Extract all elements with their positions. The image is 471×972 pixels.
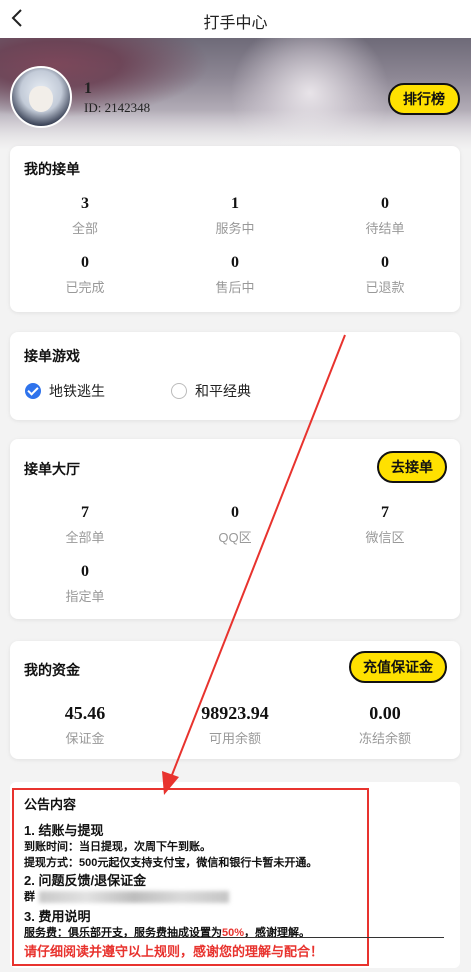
- stat-qq-zone[interactable]: 0 QQ区: [175, 502, 295, 546]
- take-orders-button[interactable]: 去接单: [377, 451, 447, 483]
- order-hall-card: 接单大厅 去接单 7 全部单 0 QQ区 7 微信区 0 指定单: [10, 439, 460, 619]
- user-name: 1: [84, 80, 92, 97]
- stat-frozen-balance: 0.00 冻结余额: [358, 703, 411, 746]
- notice-section-1: 1. 结账与提现: [24, 823, 104, 838]
- recharge-deposit-button[interactable]: 充值保证金: [349, 651, 447, 683]
- avatar[interactable]: [10, 66, 72, 128]
- stat-all-orders[interactable]: 7 全部单: [25, 502, 145, 546]
- game-option-heping[interactable]: 和平经典: [171, 380, 251, 402]
- funds-card: 我的资金 充值保证金 45.46 保证金 98923.94 可用余额 0.00 …: [10, 641, 460, 759]
- card-title: 接单游戏: [24, 348, 80, 364]
- stat-all[interactable]: 3 全部: [25, 193, 145, 237]
- notice-warning: 请仔细阅读并遵守以上规则，感谢您的理解与配合！: [24, 944, 324, 959]
- divider: [24, 937, 444, 938]
- stat-after-sale[interactable]: 0 售后中: [175, 252, 295, 296]
- notice-section-2: 2. 问题反馈/退保证金: [24, 873, 147, 888]
- unchecked-radio-icon: [171, 383, 187, 399]
- ranking-button[interactable]: 排行榜: [388, 83, 460, 115]
- notice-title: 公告内容: [24, 797, 77, 812]
- notice-card: 公告内容 1. 结账与提现 到账时间：当日提现，次周下午到账。 提现方式：500…: [10, 782, 460, 968]
- card-title: 接单大厅: [24, 461, 80, 477]
- game-option-ditie[interactable]: 地铁逃生: [25, 380, 105, 402]
- notice-section-3: 3. 费用说明: [24, 909, 91, 924]
- stat-refunded[interactable]: 0 已退款: [325, 252, 445, 296]
- card-title: 我的资金: [24, 662, 80, 678]
- games-card: 接单游戏 地铁逃生 和平经典: [10, 332, 460, 420]
- stat-assigned[interactable]: 0 指定单: [25, 561, 145, 605]
- card-title: 我的接单: [24, 161, 80, 177]
- page-title: 打手中心: [203, 15, 268, 32]
- notice-line: 到账时间：当日提现，次周下午到账。: [24, 841, 211, 853]
- notice-line: 提现方式：500元起仅支持支付宝，微信和银行卡暂未开通。: [24, 857, 318, 869]
- my-orders-card: 我的接单 3 全部 1 服务中 0 待结单 0 已完成 0 售后中 0 已退款: [10, 146, 460, 312]
- stat-available-balance: 98923.94 可用余额: [201, 703, 269, 746]
- stat-pending-settle[interactable]: 0 待结单: [325, 193, 445, 237]
- user-id: ID: 2142348: [84, 100, 151, 115]
- stat-in-service[interactable]: 1 服务中: [175, 193, 295, 237]
- stat-wechat-zone[interactable]: 7 微信区: [325, 502, 445, 546]
- notice-line-blurred: 群: [24, 888, 229, 904]
- stat-deposit: 45.46 保证金: [64, 703, 106, 746]
- checked-radio-icon: [25, 383, 41, 399]
- nav-bar: 打手中心: [0, 0, 471, 38]
- redacted-text: [39, 891, 229, 904]
- stat-completed[interactable]: 0 已完成: [25, 252, 145, 296]
